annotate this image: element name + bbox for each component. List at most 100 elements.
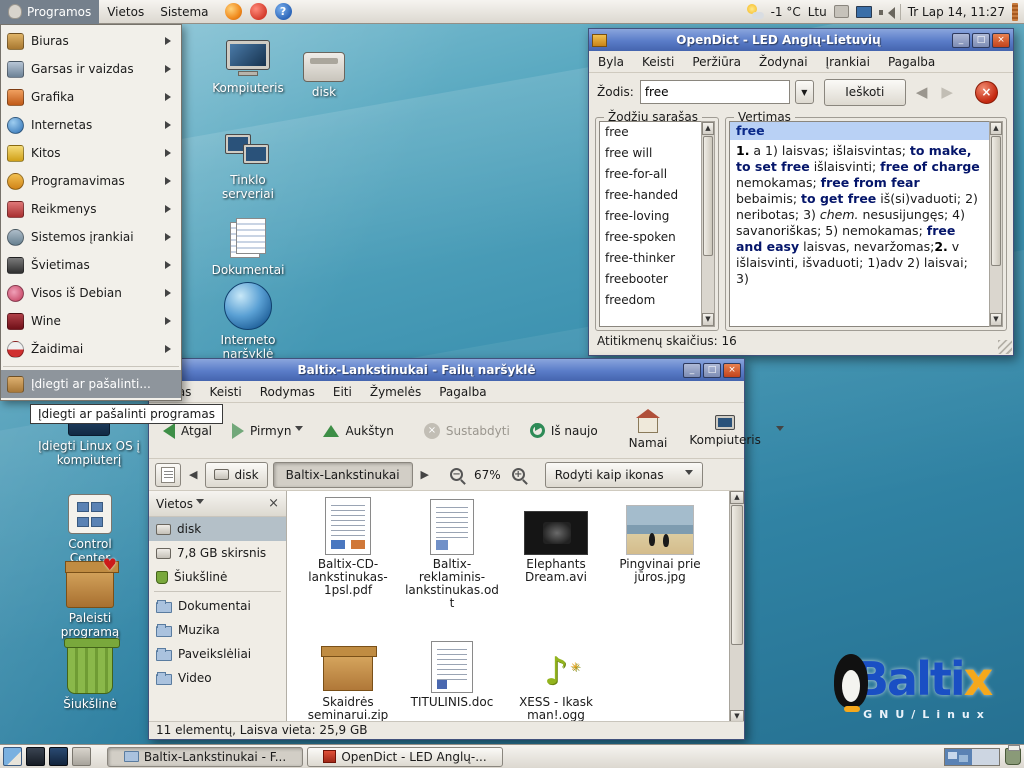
- opendict-titlebar[interactable]: OpenDict - LED Anglų-Lietuvių _ □ ×: [589, 29, 1013, 51]
- file-image[interactable]: Pingvinai prie jūros.jpg: [611, 499, 709, 584]
- scrollbar-thumb[interactable]: [731, 505, 743, 645]
- path-button-current[interactable]: Baltix-Lankstinukai: [273, 462, 413, 488]
- scrollbar-thumb[interactable]: [703, 136, 713, 256]
- forward-arrow-icon[interactable]: ▶: [937, 83, 957, 101]
- desktop-icon-documents[interactable]: Dokumentai: [208, 218, 288, 277]
- word-item[interactable]: freedom: [600, 290, 714, 311]
- menu-item-wine[interactable]: Wine: [1, 307, 181, 335]
- show-desktop-icon[interactable]: [3, 747, 22, 766]
- scroll-up-icon[interactable]: ▲: [990, 122, 1002, 135]
- menu-item-grafika[interactable]: Grafika: [1, 83, 181, 111]
- forward-button[interactable]: Pirmyn: [224, 418, 311, 444]
- computer-button[interactable]: Kompiuteris: [680, 413, 769, 449]
- sidebar-item-music[interactable]: Muzika: [149, 618, 286, 642]
- path-scroll-left-icon[interactable]: ◀: [186, 468, 200, 481]
- maximize-button[interactable]: □: [703, 363, 721, 378]
- combo-dropdown-button[interactable]: ▼: [795, 80, 814, 104]
- minimize-button[interactable]: _: [952, 33, 970, 48]
- clock[interactable]: Tr Lap 14, 11:27: [908, 5, 1005, 19]
- file-odt[interactable]: Baltix-reklaminis-lankstinukas.odt: [403, 499, 501, 610]
- sidebar-item-disk[interactable]: disk: [149, 517, 286, 541]
- system-menu-button[interactable]: Sistema: [152, 0, 216, 24]
- file-video[interactable]: Elephants Dream.avi: [507, 499, 605, 584]
- menu-zodynai[interactable]: Žodynai: [750, 52, 817, 72]
- menu-pagalba[interactable]: Pagalba: [430, 382, 495, 402]
- clear-button[interactable]: ×: [975, 81, 998, 104]
- sidebar-item-trash[interactable]: Šiukšlinė: [149, 565, 286, 589]
- minimize-button[interactable]: _: [683, 363, 701, 378]
- word-item[interactable]: free-loving: [600, 206, 714, 227]
- desktop-icon-trash[interactable]: Šiukšlinė: [48, 638, 132, 711]
- menu-perziura[interactable]: Peržiūra: [683, 52, 750, 72]
- weather-icon[interactable]: [747, 4, 764, 19]
- scroll-up-icon[interactable]: ▲: [730, 491, 744, 504]
- search-button[interactable]: Ieškoti: [824, 79, 906, 106]
- menu-item-zaidimai[interactable]: Žaidimai: [1, 335, 181, 363]
- close-button[interactable]: ×: [723, 363, 741, 378]
- wordlist-scrollbar[interactable]: ▲ ▼: [701, 121, 715, 327]
- task-button-opendict[interactable]: OpenDict - LED Anglų-...: [307, 747, 503, 767]
- files-scrollbar[interactable]: ▲ ▼: [729, 491, 744, 723]
- scroll-down-icon[interactable]: ▼: [990, 313, 1002, 326]
- volume-icon[interactable]: [879, 6, 893, 18]
- menu-keisti[interactable]: Keisti: [200, 382, 250, 402]
- menu-item-sistemos-irankiai[interactable]: Sistemos įrankiai: [1, 223, 181, 251]
- up-button[interactable]: Aukštyn: [315, 419, 401, 443]
- workspace-1[interactable]: [945, 749, 972, 765]
- word-item[interactable]: free-for-all: [600, 164, 714, 185]
- menu-item-kitos[interactable]: Kitos: [1, 139, 181, 167]
- sidebar-header[interactable]: Vietos ×: [149, 491, 286, 517]
- desktop-icon-browser[interactable]: Interneto naršyklė: [202, 282, 294, 362]
- sidebar-item-video[interactable]: Video: [149, 666, 286, 690]
- stop-button[interactable]: ×Sustabdyti: [416, 418, 518, 444]
- word-item[interactable]: free-handed: [600, 185, 714, 206]
- menu-item-garsas-ir-vaizdas[interactable]: Garsas ir vaizdas: [1, 55, 181, 83]
- menu-zymeles[interactable]: Žymelės: [361, 382, 430, 402]
- menu-item-svietimas[interactable]: Švietimas: [1, 251, 181, 279]
- path-scroll-right-icon[interactable]: ▶: [418, 468, 432, 481]
- desktop-icon-computer[interactable]: Kompiuteris: [212, 40, 284, 95]
- file-doc[interactable]: TITULINIS.doc: [403, 637, 501, 709]
- workspace-2[interactable]: [972, 749, 999, 765]
- help-launcher-icon[interactable]: ?: [275, 3, 292, 20]
- desktop-icon-disk[interactable]: disk: [294, 52, 354, 99]
- menu-item-install-remove[interactable]: Įdiegti ar pašalinti...: [1, 370, 181, 398]
- word-item[interactable]: free: [600, 122, 714, 143]
- translation-scrollbar[interactable]: ▲ ▼: [989, 121, 1003, 327]
- word-item[interactable]: free will: [600, 143, 714, 164]
- workspace-switcher[interactable]: [944, 748, 1000, 766]
- tray-applet-icon[interactable]: [834, 5, 849, 18]
- resize-grip[interactable]: [998, 340, 1012, 354]
- sidebar-item-pictures[interactable]: Paveikslėliai: [149, 642, 286, 666]
- menu-keisti[interactable]: Keisti: [633, 52, 683, 72]
- sidebar-item-partition[interactable]: 7,8 GB skirsnis: [149, 541, 286, 565]
- launcher-icon[interactable]: [72, 747, 91, 766]
- sidebar-item-documents[interactable]: Dokumentai: [149, 594, 286, 618]
- sidebar-close-icon[interactable]: ×: [268, 496, 279, 511]
- filemanager-titlebar[interactable]: Baltix-Lankstinukai - Failų naršyklė _ □…: [149, 359, 744, 381]
- word-item[interactable]: freebooter: [600, 269, 714, 290]
- trash-applet-icon[interactable]: [1005, 748, 1021, 765]
- desktop-icon-control-center[interactable]: Control Center: [50, 494, 130, 566]
- task-button-filemanager[interactable]: Baltix-Lankstinukai - F...: [107, 747, 303, 767]
- scroll-down-icon[interactable]: ▼: [702, 313, 714, 326]
- file-pdf[interactable]: Baltix-CD-lankstinukas-1psl.pdf: [299, 499, 397, 597]
- maximize-button[interactable]: □: [972, 33, 990, 48]
- display-applet-icon[interactable]: [856, 6, 872, 18]
- scrollbar-thumb[interactable]: [991, 136, 1001, 266]
- home-button[interactable]: Namai: [620, 410, 677, 452]
- file-archive[interactable]: Skaidrės seminarui.zip: [299, 637, 397, 722]
- menu-item-internetas[interactable]: Internetas: [1, 111, 181, 139]
- menu-eiti[interactable]: Eiti: [324, 382, 361, 402]
- view-mode-dropdown[interactable]: Rodyti kaip ikonas: [545, 462, 703, 488]
- keyboard-layout-indicator[interactable]: Ltu: [808, 5, 827, 19]
- path-button-disk[interactable]: disk: [205, 462, 267, 488]
- desktop-icon-network-servers[interactable]: Tinklo serveriai: [206, 130, 290, 202]
- back-arrow-icon[interactable]: ◀: [912, 83, 932, 101]
- menu-irankiai[interactable]: Įrankiai: [817, 52, 879, 72]
- applications-menu-button[interactable]: Programos: [0, 0, 99, 24]
- word-input[interactable]: [640, 80, 790, 104]
- menu-item-programavimas[interactable]: Programavimas: [1, 167, 181, 195]
- word-item[interactable]: free-thinker: [600, 248, 714, 269]
- menu-item-visos-is-debian[interactable]: Visos iš Debian: [1, 279, 181, 307]
